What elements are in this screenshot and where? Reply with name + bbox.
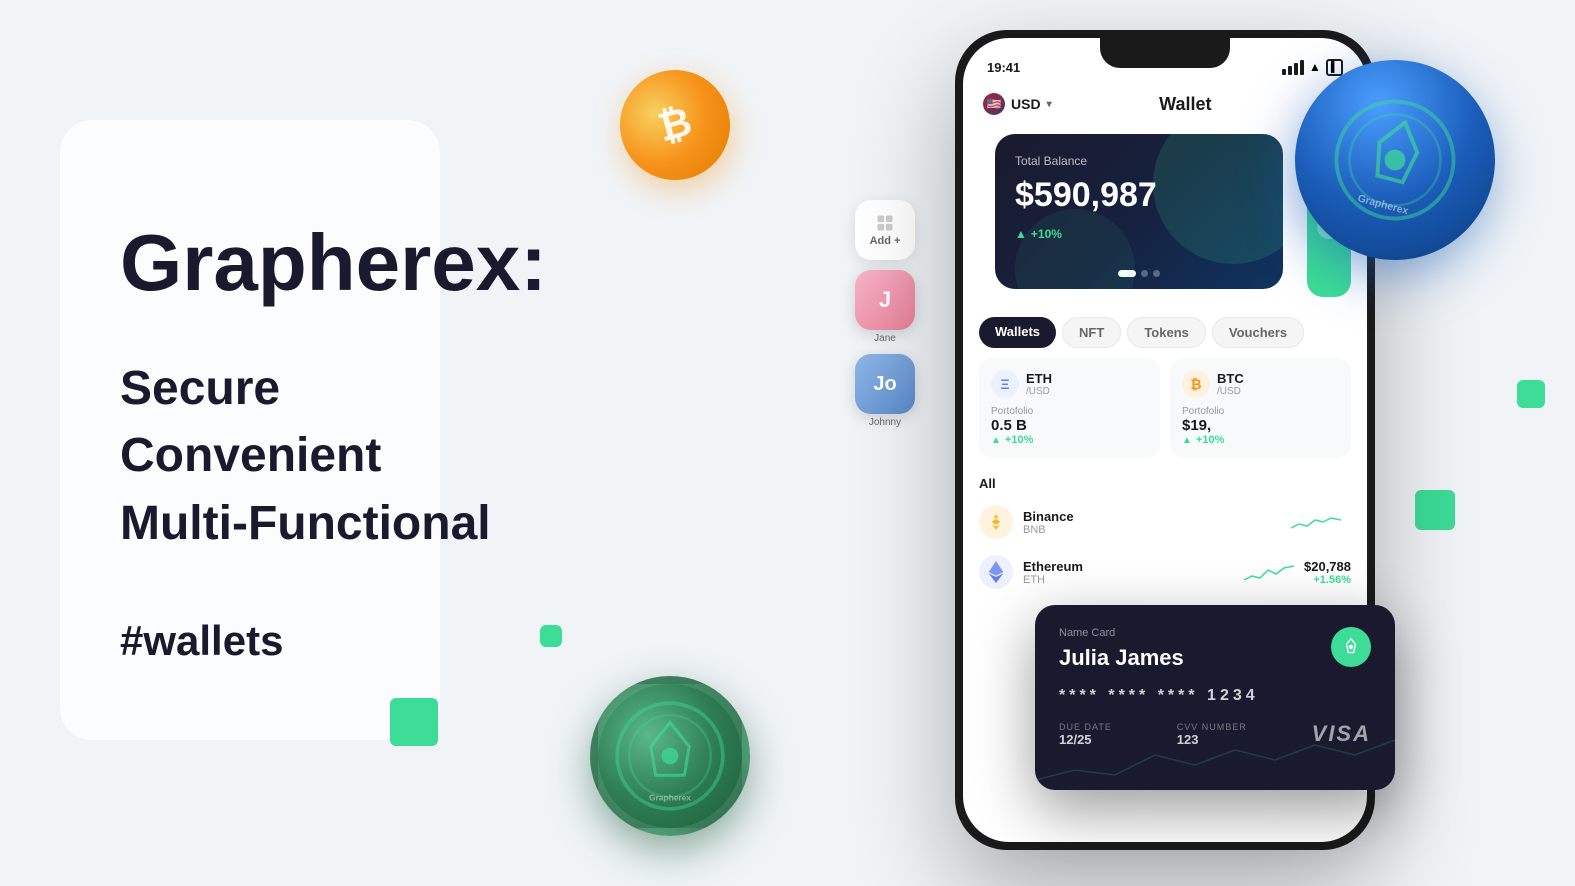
tab-vouchers[interactable]: Vouchers — [1212, 317, 1304, 348]
eth-pair: /USD — [1026, 386, 1052, 397]
ethereum-logo — [979, 555, 1013, 589]
eth-arrow: ▲ — [991, 435, 1001, 446]
tab-wallets[interactable]: Wallets — [979, 317, 1056, 348]
eth-change: +10% — [1005, 434, 1033, 446]
jane-label: Jane — [874, 333, 896, 344]
eth-card-header: Ξ ETH /USD — [991, 370, 1148, 398]
currency-selector[interactable]: 🇺🇸 USD ▾ — [983, 93, 1052, 115]
btc-icon: ₿ — [1182, 370, 1210, 398]
green-square-1 — [1415, 490, 1455, 530]
dot-1 — [1118, 270, 1136, 277]
eth-portfolio-label: Portofolio — [991, 406, 1148, 417]
status-icons: ▲ ▌ — [1282, 59, 1343, 76]
svg-text:Grapherex: Grapherex — [649, 792, 691, 802]
binance-symbol: BNB — [1023, 524, 1281, 536]
ethereum-symbol: ETH — [1023, 574, 1234, 586]
add-contact-label: Add + — [870, 235, 901, 247]
flag-icon: 🇺🇸 — [983, 93, 1005, 115]
btc-change: +10% — [1196, 434, 1224, 446]
btc-name: BTC — [1217, 371, 1244, 386]
binance-name: Binance — [1023, 509, 1281, 524]
chevron-down-icon: ▾ — [1047, 99, 1052, 110]
binance-chart — [1291, 510, 1341, 534]
tabs-row: Wallets NFT Tokens Vouchers — [963, 307, 1367, 358]
btc-portfolio-label: Portofolio — [1182, 406, 1339, 417]
jane-avatar: J — [855, 270, 915, 330]
wallet-title: Wallet — [1159, 94, 1211, 115]
grapherex-coin-medium: Grapherex — [590, 676, 750, 836]
eth-name: ETH — [1026, 371, 1052, 386]
btc-change-row: ▲ +10% — [1182, 434, 1339, 446]
binance-info: Binance BNB — [1023, 509, 1281, 536]
crypto-row: Ξ ETH /USD Portofolio 0.5 B ▲ +10% — [963, 358, 1367, 468]
card-number: **** **** **** 1234 — [1059, 687, 1371, 705]
svg-text:Grapherex: Grapherex — [1356, 193, 1409, 217]
phone-notch — [1100, 38, 1230, 68]
dot-2 — [1141, 270, 1148, 277]
balance-amount: $590,987 — [1015, 176, 1263, 215]
btc-info: BTC /USD — [1217, 371, 1244, 397]
btc-card-header: ₿ BTC /USD — [1182, 370, 1339, 398]
eth-icon: Ξ — [991, 370, 1019, 398]
card-brand-logo — [1331, 627, 1371, 667]
ethereum-info: Ethereum ETH — [1023, 559, 1234, 586]
johnny-avatar: Jo — [855, 354, 915, 414]
hashtag: #wallets — [120, 617, 680, 665]
signal-icon — [1282, 60, 1304, 75]
contact-jane[interactable]: J Jane — [855, 270, 915, 344]
btc-arrow: ▲ — [1182, 435, 1192, 446]
ethereum-price: $20,788 — [1304, 559, 1351, 574]
balance-change: ▲ +10% — [1015, 227, 1263, 241]
ethereum-chart — [1244, 560, 1294, 584]
wifi-icon: ▲ — [1309, 60, 1321, 74]
contact-johnny[interactable]: Jo Johnny — [855, 354, 915, 428]
eth-info: ETH /USD — [1026, 371, 1052, 397]
balance-card: Total Balance $590,987 ▲ +10% — [995, 134, 1283, 289]
brand-title: Grapherex: — [120, 221, 680, 305]
add-contact-button[interactable]: Add + — [855, 200, 915, 260]
btc-card[interactable]: ₿ BTC /USD Portofolio $19, ▲ +10% — [1170, 358, 1351, 458]
name-card: Name Card Julia James **** **** **** 123… — [1035, 605, 1395, 790]
ethereum-name: Ethereum — [1023, 559, 1234, 574]
tab-tokens[interactable]: Tokens — [1127, 317, 1206, 348]
green-square-2 — [1517, 380, 1545, 408]
features-list: Secure Convenient Multi-Functional — [120, 355, 680, 557]
feature-secure: Secure — [120, 355, 680, 422]
eth-card[interactable]: Ξ ETH /USD Portofolio 0.5 B ▲ +10% — [979, 358, 1160, 458]
battery-icon: ▌ — [1326, 59, 1343, 76]
binance-logo — [979, 505, 1013, 539]
btc-pair: /USD — [1217, 386, 1244, 397]
all-section-label: All — [963, 468, 1367, 497]
feature-convenient: Convenient — [120, 422, 680, 489]
arrow-up-icon: ▲ — [1015, 227, 1027, 241]
card-holder-name: Julia James — [1059, 645, 1371, 671]
dot-3 — [1153, 270, 1160, 277]
ethereum-price-info: $20,788 +1.56% — [1304, 559, 1351, 586]
ethereum-change: +1.56% — [1304, 574, 1351, 586]
tab-nft[interactable]: NFT — [1062, 317, 1121, 348]
card-label: Name Card — [1059, 627, 1371, 639]
feature-multifunctional: Multi-Functional — [120, 490, 680, 557]
bitcoin-symbol: ₿ — [653, 99, 696, 151]
eth-value: 0.5 B — [991, 417, 1148, 434]
status-time: 19:41 — [987, 60, 1020, 75]
eth-change-row: ▲ +10% — [991, 434, 1148, 446]
currency-label: USD — [1011, 96, 1041, 112]
card-chart-bg — [1035, 730, 1395, 790]
balance-dots — [1118, 270, 1160, 277]
binance-item[interactable]: Binance BNB — [963, 497, 1367, 547]
balance-change-value: +10% — [1031, 227, 1062, 241]
balance-label: Total Balance — [1015, 154, 1263, 168]
btc-value: $19, — [1182, 417, 1339, 434]
ethereum-item[interactable]: Ethereum ETH $20,788 +1.56% — [963, 547, 1367, 597]
johnny-label: Johnny — [869, 417, 901, 428]
contacts-panel: Add + J Jane Jo Johnny — [855, 200, 915, 428]
